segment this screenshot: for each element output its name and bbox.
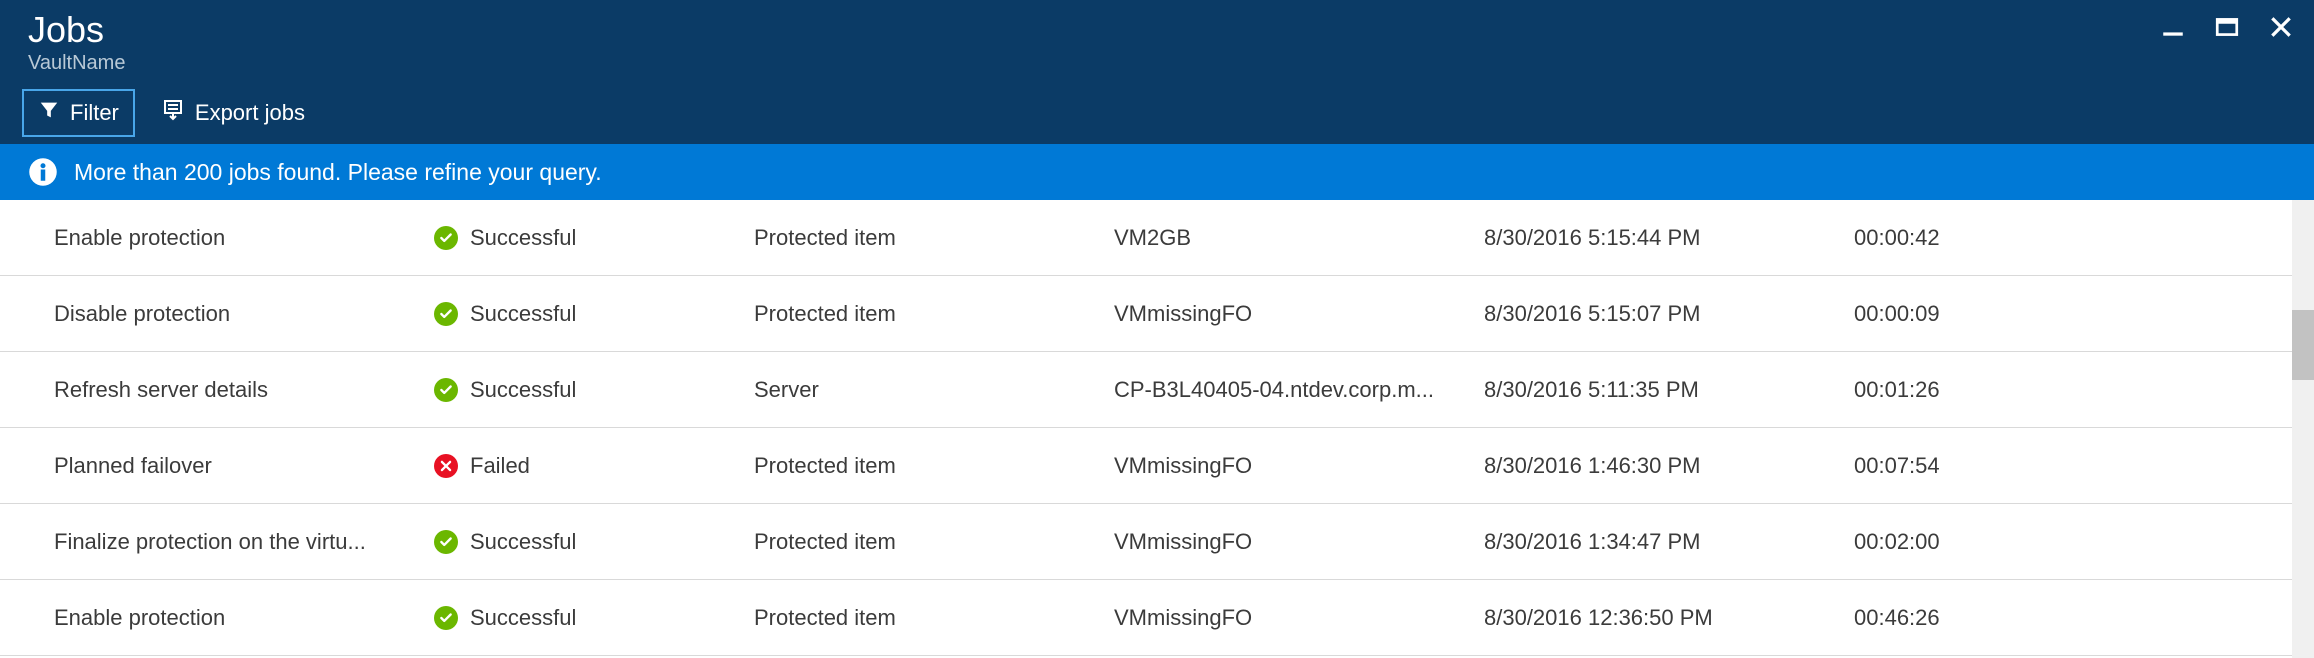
cell-item: CP-B3L40405-04.ntdev.corp.m... — [1114, 377, 1484, 403]
cell-start-time: 8/30/2016 12:36:50 PM — [1484, 605, 1854, 631]
cell-start-time: 8/30/2016 5:15:07 PM — [1484, 301, 1854, 327]
filter-icon — [38, 99, 60, 127]
cell-status: Successful — [434, 605, 754, 631]
cell-status: Successful — [434, 225, 754, 251]
cell-duration: 00:02:00 — [1854, 529, 2074, 555]
status-text: Successful — [470, 529, 576, 555]
info-icon — [28, 157, 58, 187]
cell-type: Server — [754, 377, 1114, 403]
info-message: More than 200 jobs found. Please refine … — [74, 159, 602, 186]
cell-item: VMmissingFO — [1114, 529, 1484, 555]
cell-start-time: 8/30/2016 5:15:44 PM — [1484, 225, 1854, 251]
failed-icon — [434, 454, 458, 478]
table-row[interactable]: Planned failover Failed Protected itemVMmi… — [0, 428, 2292, 504]
scrollbar-thumb[interactable] — [2292, 310, 2314, 380]
table-row[interactable]: Refresh server details Successful ServerCP… — [0, 352, 2292, 428]
cell-duration: 00:01:26 — [1854, 377, 2074, 403]
filter-button[interactable]: Filter — [22, 89, 135, 137]
minimize-icon[interactable] — [2160, 14, 2186, 40]
cell-operation: Enable protection — [54, 605, 434, 631]
success-icon — [434, 378, 458, 402]
status-text: Successful — [470, 225, 576, 251]
success-icon — [434, 606, 458, 630]
page-title: Jobs — [28, 10, 2290, 50]
status-text: Failed — [470, 453, 530, 479]
cell-start-time: 8/30/2016 1:34:47 PM — [1484, 529, 1854, 555]
page-subtitle: VaultName — [28, 52, 2290, 75]
success-icon — [434, 302, 458, 326]
success-icon — [434, 530, 458, 554]
cell-duration: 00:00:42 — [1854, 225, 2074, 251]
toolbar: Filter Export jobs — [22, 88, 321, 138]
status-text: Successful — [470, 301, 576, 327]
cell-operation: Disable protection — [54, 301, 434, 327]
cell-duration: 00:46:26 — [1854, 605, 2074, 631]
cell-operation: Refresh server details — [54, 377, 434, 403]
cell-status: Successful — [434, 301, 754, 327]
cell-operation: Planned failover — [54, 453, 434, 479]
table-row[interactable]: Disable protection Successful Protected it… — [0, 276, 2292, 352]
cell-duration: 00:00:09 — [1854, 301, 2074, 327]
cell-type: Protected item — [754, 453, 1114, 479]
cell-type: Protected item — [754, 301, 1114, 327]
cell-operation: Enable protection — [54, 225, 434, 251]
cell-operation: Finalize protection on the virtu... — [54, 529, 434, 555]
window-controls — [2160, 14, 2294, 40]
status-text: Successful — [470, 377, 576, 403]
info-bar: More than 200 jobs found. Please refine … — [0, 144, 2314, 200]
export-icon — [161, 98, 185, 128]
cell-item: VM2GB — [1114, 225, 1484, 251]
jobs-table: Enable protection Successful Protected ite… — [0, 200, 2292, 656]
scrollbar-track[interactable] — [2292, 200, 2314, 658]
cell-item: VMmissingFO — [1114, 453, 1484, 479]
success-icon — [434, 226, 458, 250]
cell-start-time: 8/30/2016 1:46:30 PM — [1484, 453, 1854, 479]
cell-type: Protected item — [754, 605, 1114, 631]
table-area: Enable protection Successful Protected ite… — [0, 200, 2314, 658]
restore-icon[interactable] — [2214, 14, 2240, 40]
export-jobs-button[interactable]: Export jobs — [145, 88, 321, 138]
header-bar: Jobs VaultName Filter Export jobs — [0, 0, 2314, 144]
cell-status: Failed — [434, 453, 754, 479]
cell-type: Protected item — [754, 225, 1114, 251]
close-icon[interactable] — [2268, 14, 2294, 40]
cell-status: Successful — [434, 377, 754, 403]
cell-item: VMmissingFO — [1114, 301, 1484, 327]
table-row[interactable]: Finalize protection on the virtu... Succe… — [0, 504, 2292, 580]
cell-type: Protected item — [754, 529, 1114, 555]
cell-status: Successful — [434, 529, 754, 555]
status-text: Successful — [470, 605, 576, 631]
table-row[interactable]: Enable protection Successful Protected ite… — [0, 580, 2292, 656]
filter-label: Filter — [70, 100, 119, 126]
cell-item: VMmissingFO — [1114, 605, 1484, 631]
cell-duration: 00:07:54 — [1854, 453, 2074, 479]
table-row[interactable]: Enable protection Successful Protected ite… — [0, 200, 2292, 276]
cell-start-time: 8/30/2016 5:11:35 PM — [1484, 377, 1854, 403]
export-label: Export jobs — [195, 100, 305, 126]
